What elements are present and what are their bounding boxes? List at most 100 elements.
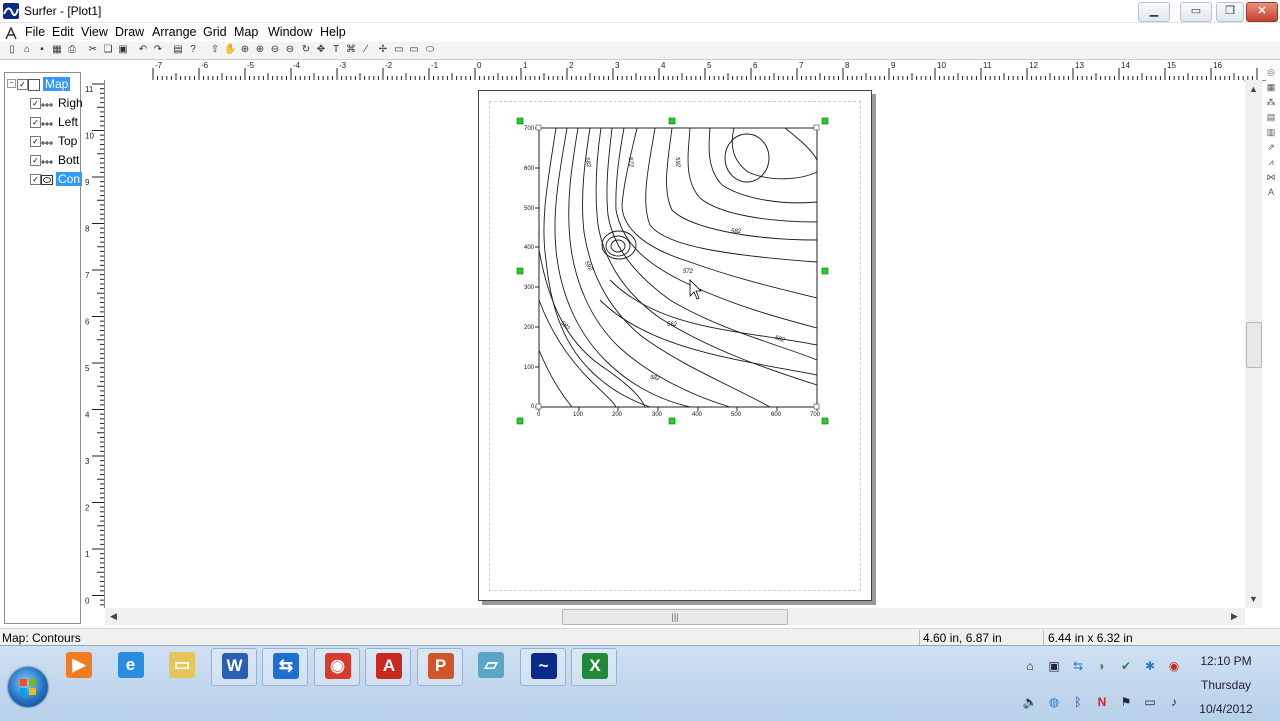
menu-window[interactable]: Window [268,25,312,39]
minimize-button[interactable]: ▁ [1138,2,1170,22]
tree-item-bottom-axis[interactable]: ✓ Bott [5,152,80,168]
menu-draw[interactable]: Draw [115,25,144,39]
tree-item-left-axis[interactable]: ✓ Left [5,114,80,130]
collapse-icon[interactable]: − [7,79,16,88]
selection-handles[interactable] [516,117,829,425]
symbol-tool-icon[interactable]: ✢ [377,44,389,56]
clock-date[interactable]: 10/4/2012 [1186,702,1266,716]
polyline-tool-icon[interactable]: ⁄ [360,44,372,56]
tree-item-contours[interactable]: ✓ Con [5,171,83,187]
network-tray-icon[interactable]: ⌂ [1022,658,1038,674]
scroll-left-icon[interactable]: ◀ [110,611,117,622]
update-tray-icon[interactable]: ◍ [1046,694,1062,710]
contour-map[interactable]: 700 600 500 400 300 200 100 0 0 100 200 … [105,80,1244,608]
wireframe-tool-icon[interactable]: ⩘ [1265,156,1277,168]
zoom-in-icon[interactable]: ⊕ [239,44,251,56]
taskbar-app-powerpoint[interactable]: P [416,648,463,686]
sync-tray-icon[interactable]: ✔ [1118,658,1134,674]
taskbar-app-chrome[interactable]: ◉ [313,648,360,686]
scroll-up-icon[interactable]: ▲ [1249,84,1258,94]
zoom-out-icon[interactable]: ⊖ [269,44,281,56]
object-manager-icon[interactable]: ▤ [172,44,184,56]
display-tray-icon[interactable]: ▭ [1142,694,1158,710]
nvidia-tray-icon[interactable]: ◗ [1094,658,1110,674]
menu-file[interactable]: File [25,25,45,39]
taskbar-app-internet-explorer[interactable]: e [108,648,152,684]
horizontal-scroll-thumb[interactable]: ||| [562,609,788,625]
axis-tool-icon[interactable]: A [1265,186,1277,198]
redo-icon[interactable]: ↷ [152,44,164,56]
base-map-tool-icon[interactable]: ▦ [1265,81,1277,93]
taskbar-app-surfer[interactable]: ~ [519,648,566,686]
undo-icon[interactable]: ↶ [137,44,149,56]
vector-map-tool-icon[interactable]: ⇗ [1265,141,1277,153]
surface-tool-icon[interactable]: ⋈ [1265,171,1277,183]
menu-map[interactable]: Map [234,25,258,39]
redraw-icon[interactable]: ↻ [300,44,312,56]
move-icon[interactable]: ✥ [315,44,327,56]
zoom-page-icon[interactable]: ⊖ [284,44,296,56]
open-folder-icon[interactable]: ⌂ [21,44,33,56]
contour-map-tool-icon[interactable]: ◎ [1265,66,1277,78]
worksheet-icon[interactable]: ▦ [51,44,63,56]
image-map-tool-icon[interactable]: ▤ [1265,111,1277,123]
corner-handles[interactable] [535,124,820,410]
taskbar-app-teamviewer[interactable]: ⇆ [262,648,308,686]
rectangle-tool-icon[interactable]: ▭ [393,44,405,56]
speaker-tray-icon[interactable]: ♪ [1166,694,1182,710]
tree-item-top-axis[interactable]: ✓ Top [5,133,80,149]
visibility-checkbox[interactable]: ✓ [17,79,28,90]
plot-canvas[interactable]: 700 600 500 400 300 200 100 0 0 100 200 … [105,80,1244,608]
rounded-rectangle-tool-icon[interactable]: ▭ [408,44,420,56]
close-button[interactable]: ✕ [1246,2,1278,22]
new-file-icon[interactable]: ▯ [6,44,18,56]
ellipse-tool-icon[interactable]: ⬭ [424,44,436,56]
menu-grid[interactable]: Grid [203,25,227,39]
taskbar-app-excel[interactable]: X [571,648,617,686]
tree-item-map[interactable]: − ✓ Map [5,76,80,92]
scroll-down-icon[interactable]: ▼ [1249,594,1258,604]
antivirus-tray-icon[interactable]: ◉ [1166,658,1182,674]
taskbar-app-media-player[interactable]: ▶ [56,648,100,684]
menu-edit[interactable]: Edit [52,25,74,39]
n-app-tray-icon[interactable]: N [1094,694,1110,710]
post-map-tool-icon[interactable]: ⁂ [1265,96,1277,108]
visibility-checkbox[interactable]: ✓ [30,98,41,109]
scroll-right-icon[interactable]: ▶ [1231,611,1238,622]
visibility-checkbox[interactable]: ✓ [30,117,41,128]
save-icon[interactable]: ▪ [36,44,48,56]
taskbar-app-acrobat[interactable]: A [365,648,411,686]
menu-arrange[interactable]: Arrange [152,25,196,39]
surfer-app-icon[interactable] [3,3,19,19]
print-icon[interactable]: ⎙ [66,44,78,56]
text-tool-icon[interactable]: T [330,44,342,56]
vertical-scroll-thumb[interactable] [1246,322,1262,368]
select-arrow-icon[interactable]: ⇧ [209,44,221,56]
shaded-relief-tool-icon[interactable]: ▥ [1265,126,1277,138]
zoom-rect-icon[interactable]: ⊕ [254,44,266,56]
visibility-checkbox[interactable]: ✓ [30,136,41,147]
menu-view[interactable]: View [81,25,108,39]
polygon-tool-icon[interactable]: ⌘ [345,44,357,56]
document-menu-icon[interactable] [3,25,19,41]
start-button[interactable] [8,667,48,707]
clock-day[interactable]: Thursday [1186,678,1266,692]
copy-icon[interactable]: ❏ [102,44,114,56]
security-tray-icon[interactable]: ✱ [1142,658,1158,674]
volume-tray-icon[interactable]: 🔈 [1022,694,1038,710]
maximize-button[interactable]: ▭ [1180,2,1212,22]
taskbar-app-file-explorer[interactable]: ▭ [159,648,203,684]
taskbar-app-word[interactable]: W [210,648,257,686]
visibility-checkbox[interactable]: ✓ [30,174,41,185]
restore-button[interactable]: ❐ [1216,2,1244,22]
clock-time[interactable]: 12:10 PM [1186,654,1266,668]
action-center-flag-icon[interactable]: ⚑ [1118,694,1134,710]
teamviewer-tray-icon[interactable]: ⇆ [1070,658,1086,674]
pan-hand-icon[interactable]: ✋ [224,44,236,56]
device-tray-icon[interactable]: ▣ [1046,658,1062,674]
cut-icon[interactable]: ✂ [87,44,99,56]
tree-item-right-axis[interactable]: ✓ Righ [5,95,83,111]
visibility-checkbox[interactable]: ✓ [30,155,41,166]
taskbar-app-generic-app[interactable]: ▱ [468,648,512,684]
paste-icon[interactable]: ▣ [117,44,129,56]
